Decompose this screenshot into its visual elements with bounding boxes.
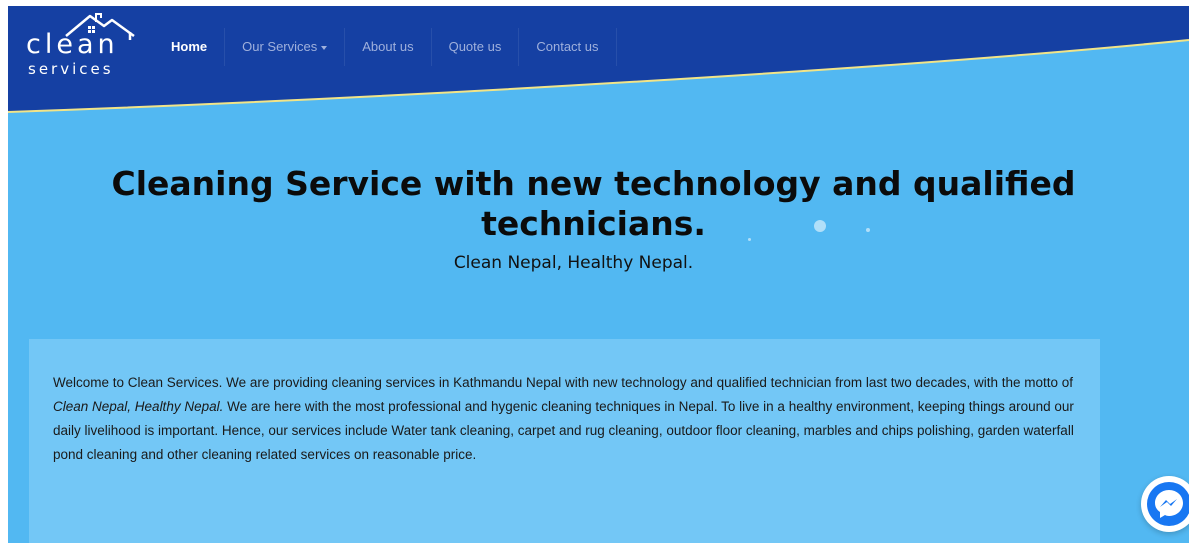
nav-about-us[interactable]: About us	[345, 28, 432, 66]
hero-title: Cleaning Service with new technology and…	[111, 164, 1076, 243]
main-nav: Home Our Services About us Quote us Cont…	[154, 28, 617, 66]
navbar: clean services Home Our Services About u…	[8, 6, 1189, 86]
logo-sub: services	[28, 60, 114, 78]
messenger-chat-button[interactable]	[1141, 476, 1189, 532]
hero-section: Cleaning Service with new technology and…	[8, 164, 1139, 274]
nav-contact-us-label: Contact us	[536, 39, 599, 54]
page-frame: clean services Home Our Services About u…	[8, 6, 1189, 543]
intro-paragraph: Welcome to Clean Services. We are provid…	[53, 371, 1078, 467]
intro-motto: Clean Nepal, Healthy Nepal.	[53, 399, 224, 414]
intro-card: Welcome to Clean Services. We are provid…	[29, 339, 1100, 543]
messenger-bolt-icon	[1155, 490, 1183, 518]
intro-text-part1: Welcome to Clean Services. We are provid…	[53, 375, 1074, 390]
hero-subtitle: Clean Nepal, Healthy Nepal.	[453, 253, 694, 273]
messenger-icon	[1147, 482, 1189, 526]
nav-about-us-label: About us	[362, 39, 414, 54]
brand-logo[interactable]: clean services	[22, 10, 142, 82]
nav-quote-us[interactable]: Quote us	[432, 28, 520, 66]
nav-home[interactable]: Home	[154, 28, 226, 66]
caret-down-icon	[321, 45, 328, 50]
nav-contact-us[interactable]: Contact us	[519, 28, 617, 66]
nav-home-label: Home	[171, 39, 208, 54]
nav-quote-us-label: Quote us	[448, 39, 502, 54]
logo-word: clean	[26, 29, 119, 60]
nav-our-services[interactable]: Our Services	[225, 28, 346, 66]
nav-our-services-label: Our Services	[242, 39, 318, 54]
